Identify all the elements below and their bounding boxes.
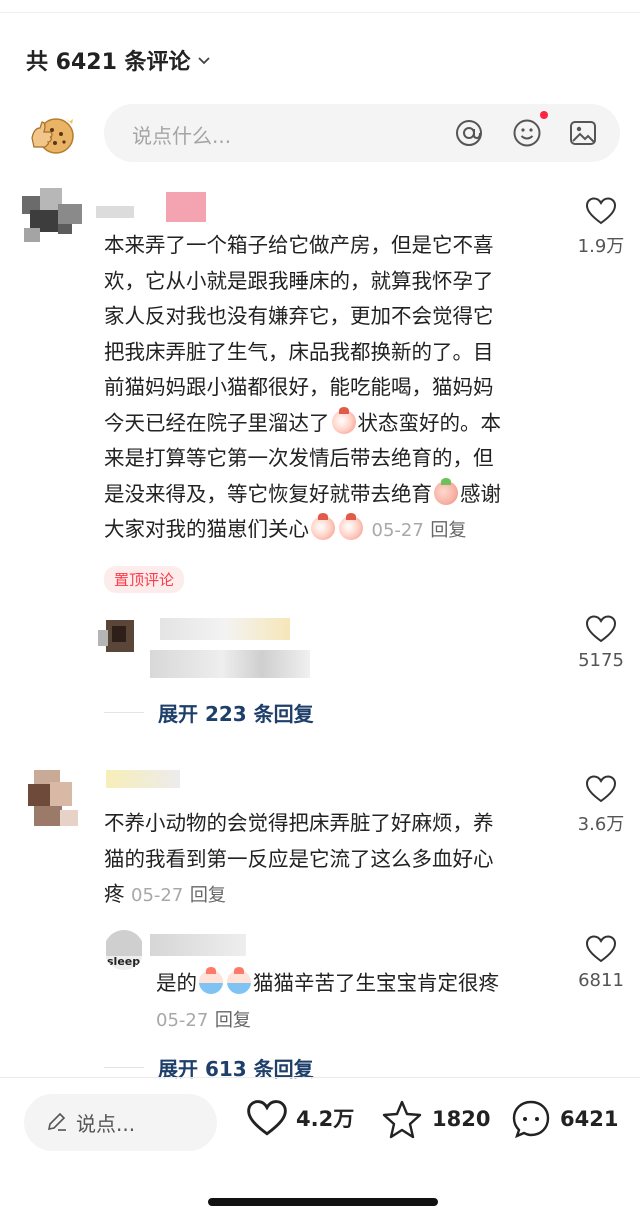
peach-cry-emoji-icon [331, 406, 356, 434]
comment-body: 不养小动物的会觉得把床弄脏了好麻烦，养 猫的我看到第一反应是它流了这么多血好心 … [104, 811, 494, 906]
heart-icon [247, 1100, 287, 1136]
expand-replies-label: 展开 223 条回复 [158, 702, 314, 726]
divider [104, 1067, 144, 1068]
top-divider [0, 12, 640, 13]
comment-button[interactable]: 6421 [510, 1098, 618, 1140]
favorite-button[interactable]: 1820 [380, 1098, 490, 1140]
my-avatar[interactable] [28, 110, 76, 158]
emoji-icon[interactable] [512, 118, 542, 148]
reply-link[interactable]: 回复 [215, 1010, 251, 1031]
comment-bubble-icon [512, 1100, 550, 1139]
username-blurred [150, 934, 246, 956]
user-badge-blurred [166, 192, 206, 222]
reply-text-blurred [150, 650, 310, 678]
username-blurred [106, 770, 180, 788]
post-like-count: 4.2万 [296, 1107, 355, 1131]
reply-link[interactable]: 回复 [430, 520, 466, 541]
heart-icon [585, 615, 617, 643]
star-icon [382, 1100, 422, 1139]
username-blurred [96, 206, 134, 218]
home-indicator[interactable] [208, 1198, 438, 1206]
like-count: 5175 [578, 650, 624, 671]
heart-icon [585, 935, 617, 963]
svg-text:sleep: sleep [107, 955, 140, 968]
bottom-input-placeholder: 说点... [76, 1112, 136, 1136]
like-count: 6811 [578, 970, 624, 991]
comment-input[interactable]: 说点什么... [104, 104, 620, 162]
reply-link[interactable]: 回复 [190, 885, 226, 906]
comment-count-header[interactable]: 共 6421 条评论 [26, 44, 211, 76]
comment-body: 本来弄了一个箱子给它做产房，但是它不喜 欢，它从小就是跟我睡床的，就算我怀孕了 … [104, 233, 501, 541]
favorite-count: 1820 [432, 1107, 491, 1131]
like-count: 1.9万 [577, 236, 625, 257]
peach-cry-emoji-icon [339, 513, 363, 540]
pinned-comment-badge: 置顶评论 [104, 566, 185, 593]
comment-count-title: 共 6421 条评论 [26, 50, 191, 75]
avatar[interactable] [24, 770, 86, 834]
comment-date: 05-27 [371, 520, 424, 541]
avatar[interactable] [22, 188, 88, 250]
crying-emoji-icon [199, 967, 223, 994]
username-blurred [160, 618, 290, 640]
like-button[interactable]: 3.6万 [566, 774, 636, 836]
chevron-down-icon [197, 51, 211, 70]
comment-date: 05-27 [131, 885, 184, 906]
comment-input-placeholder: 说点什么... [132, 124, 232, 148]
like-button[interactable]: 1.9万 [566, 196, 636, 258]
avatar[interactable]: sleep [104, 930, 144, 970]
divider [104, 712, 144, 713]
reply-body: 是的 猫猫辛苦了生宝宝肯定很疼 05-27 回复 [156, 967, 499, 1031]
like-post-button[interactable]: 4.2万 [246, 1098, 354, 1138]
pencil-icon [46, 1110, 68, 1136]
expand-replies-button[interactable]: 展开 223 条回复 [104, 698, 314, 727]
notification-dot [540, 111, 548, 119]
heart-icon [585, 775, 617, 803]
like-count: 3.6万 [577, 814, 625, 835]
comment-count: 6421 [560, 1107, 619, 1131]
bottom-divider [0, 1077, 640, 1078]
reply-date: 05-27 [156, 1009, 209, 1031]
peach-emoji-icon [434, 477, 458, 505]
avatar[interactable] [98, 616, 142, 656]
like-button[interactable]: 6811 [566, 934, 636, 991]
heart-icon [585, 197, 617, 225]
crying-emoji-icon [227, 967, 251, 994]
at-icon[interactable] [454, 118, 484, 148]
peach-cry-emoji-icon [311, 513, 335, 540]
like-button[interactable]: 5175 [566, 614, 636, 671]
bottom-comment-input[interactable]: 说点... [24, 1094, 217, 1151]
image-icon[interactable] [568, 118, 598, 148]
